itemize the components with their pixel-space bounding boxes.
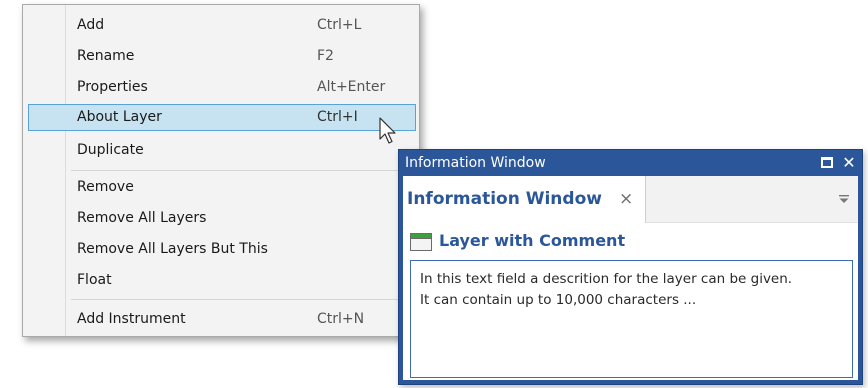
menu-item-remove-all-layers-but-this[interactable]: Remove All Layers But This (28, 236, 416, 263)
close-icon: ✕ (842, 153, 856, 172)
menu-item-label: About Layer (77, 109, 162, 125)
menu-item-label: Add Instrument (77, 311, 186, 327)
menu-item-remove-all-layers[interactable]: Remove All Layers (28, 205, 416, 232)
mouse-cursor-icon (379, 117, 396, 144)
menu-item-label: Properties (77, 79, 148, 95)
maximize-button[interactable] (818, 153, 836, 173)
layer-icon (410, 233, 432, 251)
menu-item-duplicate[interactable]: Duplicate (28, 137, 416, 164)
menu-item-label: Remove (77, 179, 134, 195)
menu-item-label: Float (77, 272, 112, 288)
menu-item-float[interactable]: Float (28, 267, 416, 294)
information-window: Information Window ✕ Information Window … (398, 149, 863, 385)
menu-item-shortcut: F2 (317, 48, 334, 64)
menu-item-add-instrument[interactable]: Add Instrument Ctrl+N (28, 306, 416, 333)
tab-label: Information Window (407, 189, 602, 209)
menu-item-rename[interactable]: Rename F2 (28, 43, 416, 70)
menu-item-label: Duplicate (77, 142, 144, 158)
menu-item-shortcut: Ctrl+N (317, 311, 365, 327)
menu-separator (71, 170, 414, 171)
menu-item-properties[interactable]: Properties Alt+Enter (28, 74, 416, 101)
menu-item-shortcut: Ctrl+I (317, 109, 358, 125)
window-title: Information Window (405, 155, 546, 171)
menu-separator (71, 299, 414, 300)
menu-item-label: Add (77, 17, 105, 33)
menu-item-remove[interactable]: Remove (28, 174, 416, 201)
menu-item-label: Remove All Layers But This (77, 241, 268, 257)
maximize-icon (821, 157, 833, 168)
layer-title: Layer with Comment (439, 231, 626, 250)
menu-item-shortcut: Alt+Enter (317, 79, 386, 95)
menu-item-about-layer[interactable]: About Layer Ctrl+I (28, 104, 416, 131)
tab-close-icon[interactable]: × (619, 189, 633, 209)
window-close-button[interactable]: ✕ (840, 153, 858, 173)
window-body: Information Window × Layer with Comment … (403, 176, 858, 380)
description-text: In this text field a descrition for the … (420, 271, 793, 308)
menu-item-label: Remove All Layers (77, 210, 207, 226)
description-textarea[interactable]: In this text field a descrition for the … (410, 260, 853, 378)
menu-item-shortcut: Ctrl+L (317, 17, 362, 33)
tab-strip: Information Window × (403, 176, 858, 223)
context-menu: Add Ctrl+L Rename F2 Properties Alt+Ente… (22, 4, 420, 337)
menu-item-add[interactable]: Add Ctrl+L (28, 12, 416, 39)
tab-dropdown-icon[interactable] (838, 193, 850, 205)
menu-item-label: Rename (77, 48, 135, 64)
tab-information-window[interactable]: Information Window × (403, 176, 646, 223)
